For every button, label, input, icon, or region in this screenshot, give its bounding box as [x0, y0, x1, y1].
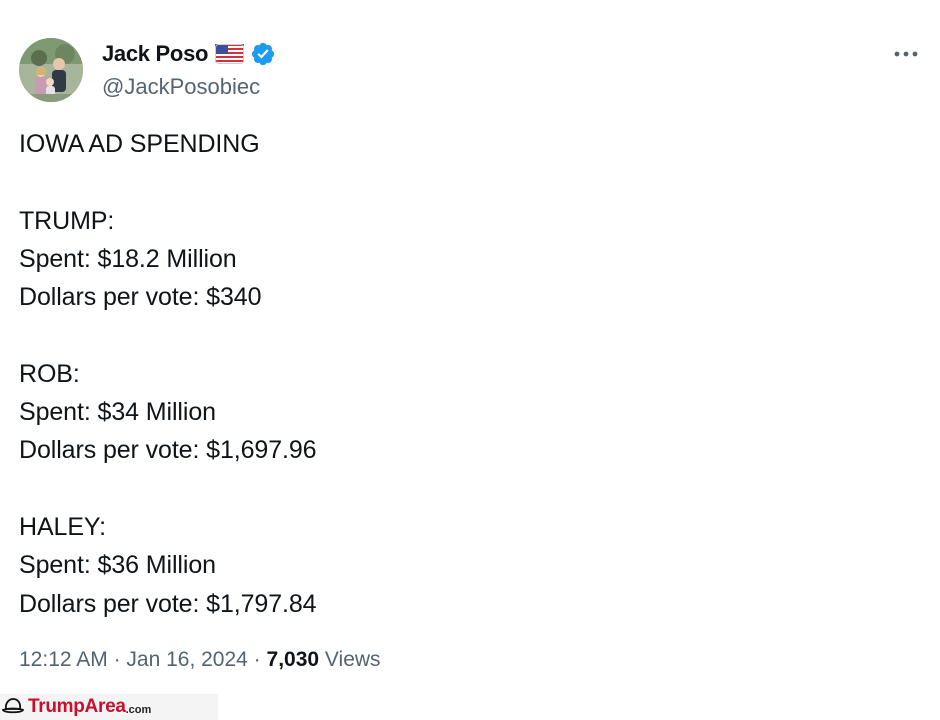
tweet-line: ROB:: [19, 359, 80, 388]
tweet-line: Spent: $34 Million: [19, 398, 216, 427]
watermark-brand: TrumpArea: [28, 696, 126, 717]
watermark: TrumpArea .com: [0, 694, 218, 720]
avatar-photo: [19, 38, 83, 102]
name-row: Jack Poso: [102, 40, 276, 68]
avatar[interactable]: [19, 38, 83, 102]
tweet-line: [19, 163, 899, 201]
meta-separator: ·: [107, 648, 127, 671]
tweet-line: [19, 470, 899, 508]
tweet-time[interactable]: 12:12 AM: [19, 648, 108, 671]
watermark-suffix: .com: [125, 703, 152, 716]
more-dots-icon: [894, 51, 918, 57]
meta-separator: ·: [247, 648, 267, 671]
tweet-line: TRUMP:: [19, 206, 115, 235]
tweet-line: Spent: $36 Million: [19, 551, 216, 580]
tweet-text: IOWA AD SPENDING TRUMP: Spent: $18.2 Mil…: [19, 125, 899, 623]
author-display-name[interactable]: Jack Poso: [102, 41, 208, 67]
views-label: Views: [319, 648, 381, 671]
tweet-meta: 12:12 AM · Jan 16, 2024 · 7,030 Views: [19, 648, 381, 672]
tweet-line: Dollars per vote: $1,797.84: [19, 589, 317, 618]
tweet-line: Dollars per vote: $340: [19, 283, 262, 312]
tweet-line: [19, 316, 899, 354]
author-block: Jack Poso @JackPosobiec: [102, 40, 276, 100]
tweet-line: Dollars per vote: $1,697.96: [19, 436, 317, 465]
verified-badge-icon[interactable]: [250, 41, 276, 67]
tweet-line: IOWA AD SPENDING: [19, 130, 260, 158]
more-options-button[interactable]: [888, 40, 924, 68]
hat-logo-icon: [2, 698, 24, 714]
tweet-date[interactable]: Jan 16, 2024: [126, 648, 247, 671]
tweet-line: Spent: $18.2 Million: [19, 244, 237, 273]
tweet-line: HALEY:: [19, 512, 106, 541]
author-handle[interactable]: @JackPosobiec: [102, 74, 276, 100]
views-count: 7,030: [266, 648, 320, 671]
us-flag-icon: [215, 44, 245, 64]
